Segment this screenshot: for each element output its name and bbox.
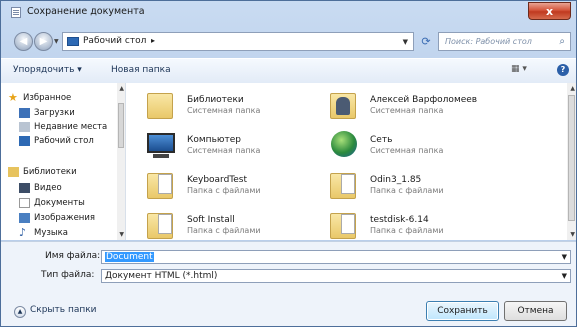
libraries-icon (143, 87, 179, 123)
filetype-value: Документ HTML (*.html) (105, 271, 218, 281)
views-button[interactable]: ▦ ▾ (511, 64, 527, 74)
filetype-dropdown-icon[interactable]: ▼ (562, 272, 567, 280)
list-item[interactable]: Алексей Варфоломеев Системная папка (326, 87, 526, 123)
search-input[interactable]: Поиск: Рабочий стол ⌕ (438, 32, 571, 51)
music-icon: ♪ (19, 226, 27, 239)
scroll-down-icon[interactable]: ▼ (570, 231, 575, 238)
sidebar-item-documents[interactable]: Документы (19, 198, 85, 208)
folder-icon (143, 207, 179, 243)
desktop-icon (67, 37, 79, 46)
scroll-down-icon[interactable]: ▼ (119, 231, 124, 238)
help-icon[interactable]: ? (557, 64, 569, 76)
list-item[interactable]: KeyboardTest Папка с файлами (143, 167, 343, 203)
address-location[interactable]: Рабочий стол (83, 36, 146, 46)
sidebar-item-favorites[interactable]: ★ Избранное (8, 91, 71, 104)
window-title: Сохранение документа (27, 6, 145, 17)
close-button[interactable]: x (528, 2, 571, 20)
sidebar-item-libraries[interactable]: Библиотеки (8, 167, 77, 177)
scroll-thumb[interactable] (118, 103, 124, 148)
sidebar-item-video[interactable]: Видео (19, 183, 62, 193)
file-list-scrollbar[interactable]: ▲ ▼ (567, 83, 576, 240)
address-dropdown-icon[interactable]: ▼ (403, 38, 408, 46)
list-item[interactable]: Компьютер Системная папка (143, 127, 343, 163)
hide-folders-button[interactable]: ▲ Скрыть папки (14, 305, 97, 318)
sidebar-item-downloads[interactable]: Загрузки (19, 108, 75, 118)
history-dropdown-icon[interactable]: ▼ (54, 38, 59, 45)
filename-value[interactable]: Document (105, 252, 154, 262)
computer-icon (143, 127, 179, 163)
scroll-thumb[interactable] (568, 95, 575, 221)
sidebar-item-desktop[interactable]: Рабочий стол (19, 136, 94, 146)
list-item[interactable]: Odin3_1.85 Папка с файлами (326, 167, 526, 203)
scroll-up-icon[interactable]: ▲ (570, 85, 575, 92)
scroll-up-icon[interactable]: ▲ (119, 85, 124, 92)
document-icon (11, 7, 21, 18)
refresh-icon[interactable]: ⟳ (416, 32, 436, 51)
network-icon (326, 127, 362, 163)
back-button[interactable]: ◀ (14, 32, 33, 51)
video-icon (19, 183, 30, 193)
libraries-icon (8, 167, 19, 177)
star-icon: ★ (8, 91, 18, 104)
address-bar[interactable]: Рабочий стол ▸ ▼ (62, 32, 414, 51)
dialog-footer: ▲ Скрыть папки Сохранить Отмена (1, 293, 576, 326)
cancel-button[interactable]: Отмена (504, 301, 567, 321)
address-separator[interactable]: ▸ (151, 36, 155, 45)
filename-field[interactable]: Document ▼ (101, 250, 571, 264)
folder-icon (326, 207, 362, 243)
title-bar: Сохранение документа x (1, 1, 576, 23)
address-row: ◀ ▶ ▼ Рабочий стол ▸ ▼ ⟳ Поиск: Рабочий … (1, 25, 576, 55)
folder-icon (143, 167, 179, 203)
sidebar-item-music[interactable]: ♪ Музыка (19, 226, 68, 239)
navigation-pane: ★ Избранное Загрузки Недавние места Рабо… (1, 83, 126, 240)
sidebar-item-pictures[interactable]: Изображения (19, 213, 95, 223)
save-button[interactable]: Сохранить (426, 301, 499, 321)
chevron-up-icon: ▲ (14, 306, 26, 318)
recent-places-icon (19, 122, 30, 132)
file-list: Библиотеки Системная папка Алексей Варфо… (126, 83, 576, 240)
folder-icon (326, 167, 362, 203)
new-folder-button[interactable]: Новая папка (111, 65, 171, 75)
list-item[interactable]: Библиотеки Системная папка (143, 87, 343, 123)
user-folder-icon (326, 87, 362, 123)
desktop-icon (19, 136, 30, 146)
forward-button[interactable]: ▶ (34, 32, 53, 51)
filetype-label: Тип файла: (41, 270, 95, 280)
search-placeholder: Поиск: Рабочий стол (445, 37, 532, 46)
save-dialog: Сохранение документа x ◀ ▶ ▼ Рабочий сто… (0, 0, 577, 327)
list-item[interactable]: Soft Install Папка с файлами (143, 207, 343, 243)
documents-icon (19, 198, 30, 208)
search-icon[interactable]: ⌕ (559, 36, 565, 47)
save-form: Имя файла: Document ▼ Тип файла: Докумен… (1, 241, 576, 294)
sidebar-item-recent[interactable]: Недавние места (19, 122, 107, 132)
downloads-icon (19, 108, 30, 118)
navigation-scrollbar[interactable]: ▲ ▼ (117, 83, 125, 240)
organize-button[interactable]: Упорядочить ▾ (13, 65, 82, 75)
filetype-select[interactable]: Документ HTML (*.html) ▼ (101, 269, 571, 283)
filename-dropdown-icon[interactable]: ▼ (562, 253, 567, 261)
filename-label: Имя файла: (45, 251, 101, 261)
pictures-icon (19, 213, 30, 223)
command-bar: Упорядочить ▾ Новая папка ▦ ▾ ? (1, 58, 576, 84)
list-item[interactable]: testdisk-6.14 Папка с файлами (326, 207, 526, 243)
list-item[interactable]: Сеть Системная папка (326, 127, 526, 163)
